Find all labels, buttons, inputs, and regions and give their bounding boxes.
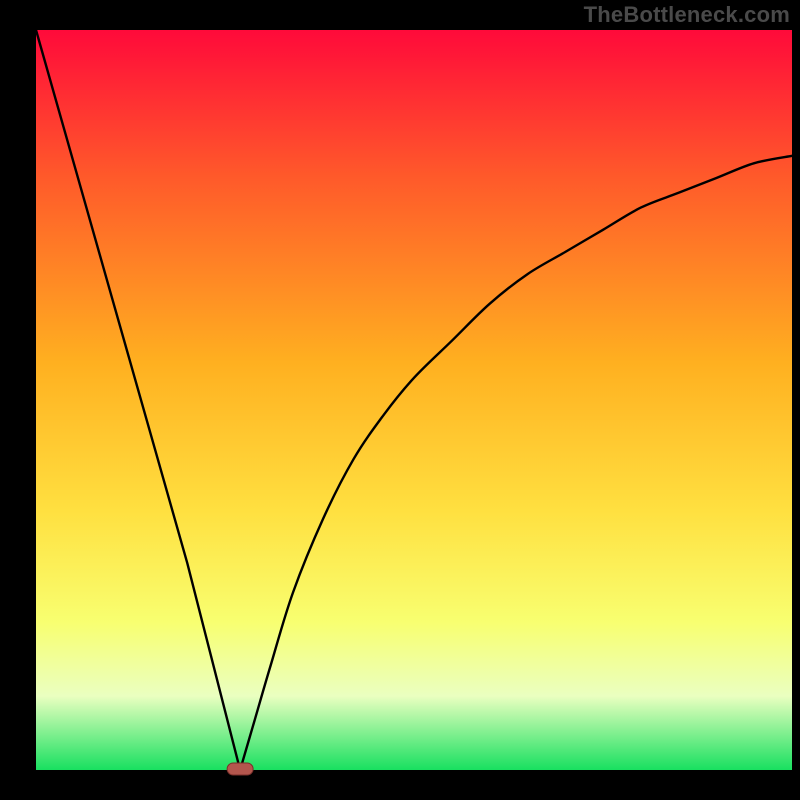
chart-frame: { "watermark": "TheBottleneck.com", "col… [0, 0, 800, 800]
bottleneck-chart [0, 0, 800, 800]
watermark-text: TheBottleneck.com [584, 2, 790, 28]
plot-area [36, 30, 792, 770]
minimum-marker [227, 763, 253, 775]
